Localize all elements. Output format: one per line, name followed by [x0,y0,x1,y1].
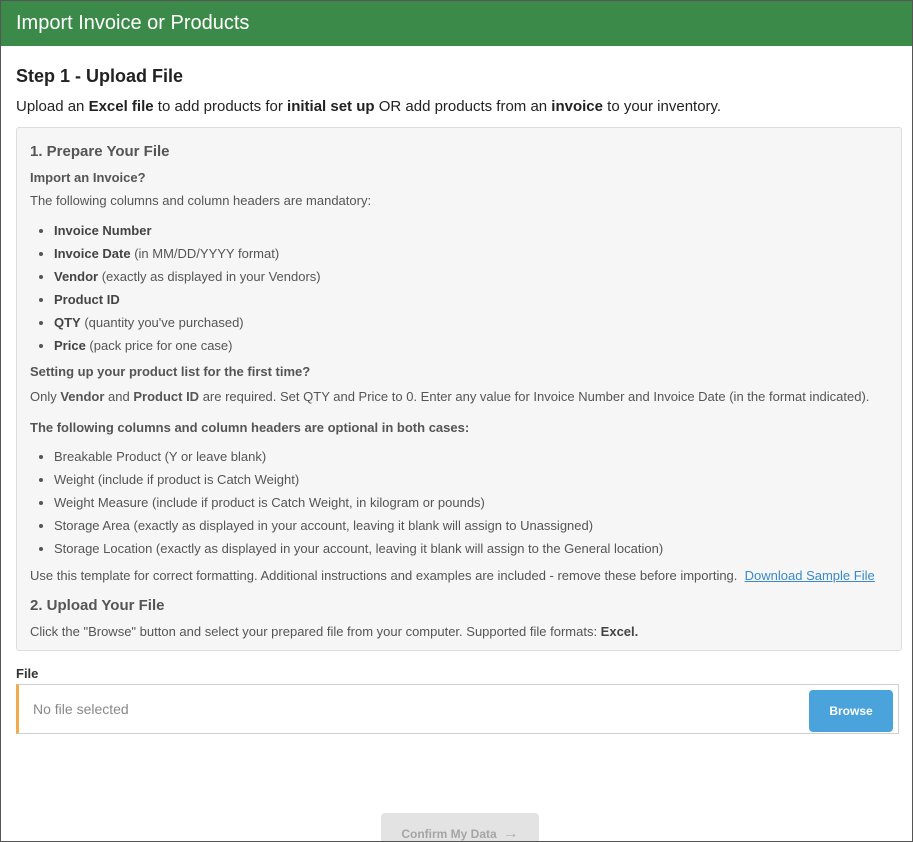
setup-text: Only Vendor and Product ID are required.… [30,387,889,407]
browse-button[interactable]: Browse [809,690,893,732]
list-item: Breakable Product (Y or leave blank) [54,445,889,468]
column-name: Invoice Date [54,246,131,261]
upload-heading: 2. Upload Your File [30,597,165,614]
intro-text-part: to add products for [153,98,288,115]
list-item: Storage Area (exactly as displayed in yo… [54,514,889,537]
mandatory-text: The following columns and column headers… [30,193,372,208]
intro-text: Upload an Excel file to add products for… [16,97,902,117]
mandatory-list: Invoice Number Invoice Date (in MM/DD/YY… [30,219,889,357]
file-label: File [16,666,39,681]
list-item: QTY (quantity you've purchased) [54,311,889,334]
list-item: Vendor (exactly as displayed in your Ven… [54,265,889,288]
upload-text-body: Click the "Browse" button and select you… [30,624,601,639]
column-note: (quantity you've purchased) [80,315,244,330]
setup-question: Setting up your product list for the fir… [30,364,311,379]
list-item: Price (pack price for one case) [54,334,889,357]
list-item: Weight Measure (include if product is Ca… [54,491,889,514]
dialog-content: Step 1 - Upload File Upload an Excel fil… [1,65,912,734]
intro-text-part: to your inventory. [602,98,722,115]
upload-formats: Excel. [600,624,639,639]
column-note: (exactly as displayed in your Vendors) [98,269,321,284]
column-name: QTY [54,315,81,330]
intro-bold-invoice: invoice [551,98,603,115]
file-placeholder: No file selected [33,701,129,717]
optional-list: Breakable Product (Y or leave blank) Wei… [30,445,889,560]
import-invoice-question: Import an Invoice? [30,170,146,185]
intro-text-part: Upload an [16,98,89,115]
list-item: Product ID [54,288,889,311]
list-item: Invoice Date (in MM/DD/YYYY format) [54,242,889,265]
column-note: (pack price for one case) [85,338,233,353]
intro-bold-setup: initial set up [287,98,375,115]
setup-bold-vendor: Vendor [60,389,105,404]
template-text: Use this template for correct formatting… [30,566,889,586]
column-note: (in MM/DD/YYYY format) [130,246,280,261]
column-name: Product ID [54,292,120,307]
optional-heading: The following columns and column headers… [30,420,470,435]
list-item: Weight (include if product is Catch Weig… [54,468,889,491]
file-input[interactable]: No file selected Browse [16,684,899,734]
list-item: Storage Location (exactly as displayed i… [54,537,889,560]
column-name: Invoice Number [54,223,152,238]
column-name: Price [54,338,86,353]
arrow-right-icon: → [502,825,519,842]
dialog-title: Import Invoice or Products [1,1,912,46]
intro-bold-excel: Excel file [88,98,154,115]
import-dialog: Import Invoice or Products Step 1 - Uplo… [0,0,913,842]
confirm-data-button[interactable]: Confirm My Data → [381,813,539,842]
prepare-heading: 1. Prepare Your File [30,143,170,160]
setup-text-part: are required. Set QTY and Price to 0. En… [199,389,870,404]
setup-text-part: Only [30,389,61,404]
list-item: Invoice Number [54,219,889,242]
instructions-panel: 1. Prepare Your File Import an Invoice? … [16,127,902,651]
confirm-label: Confirm My Data [401,827,497,841]
setup-text-part: and [104,389,134,404]
step-title: Step 1 - Upload File [16,66,184,86]
intro-text-part: OR add products from an [374,98,552,115]
upload-text: Click the "Browse" button and select you… [30,622,889,642]
column-name: Vendor [54,269,99,284]
template-text-body: Use this template for correct formatting… [30,568,745,583]
download-sample-link[interactable]: Download Sample File [745,568,875,583]
setup-bold-product-id: Product ID [133,389,200,404]
